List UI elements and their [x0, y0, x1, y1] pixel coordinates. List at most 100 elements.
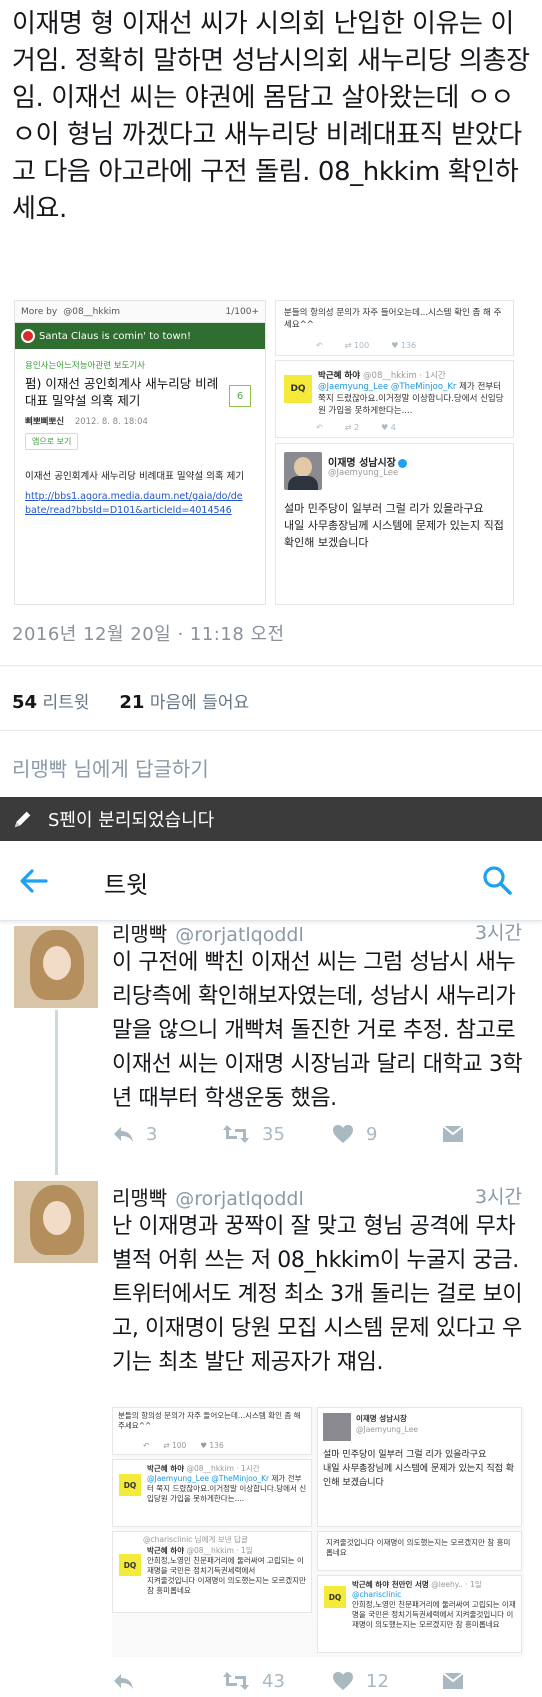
- dm-action[interactable]: [442, 1672, 464, 1690]
- embedded-fragment-text: 분들의 항의성 문의가 자주 들어오는데...시스템 확인 좀 해 주세요^^: [118, 1411, 301, 1430]
- fragment-rt-count: 100: [353, 341, 370, 350]
- search-icon[interactable]: [482, 865, 512, 895]
- like-count: 21: [119, 692, 145, 713]
- quoted-like-count: 4: [390, 423, 396, 432]
- embedded-mayor-body: 설마 민주당이 일부러 그럴 리가 있을라구요 내일 사무총장님께 시스템에 문…: [323, 1450, 515, 1488]
- reply-action[interactable]: 3: [112, 1124, 222, 1145]
- like-label: 마음에 들어요: [149, 693, 250, 713]
- embedded-mayor-name: 이재명 성남시장: [356, 1414, 407, 1423]
- retweet-label: 리트윗: [42, 693, 90, 713]
- embedded-reply-text: 안희정,노영민 친문패거리에 둘러싸여 고립되는 이재명을 국민은 정치기득권세…: [147, 1556, 304, 1575]
- article-date: 2012. 8. 8. 18:04: [74, 417, 148, 427]
- embedded-reply-author: 박근혜 하야: [147, 1546, 185, 1555]
- reply-time: 3시간: [474, 1186, 522, 1208]
- reply-text: 이 구전에 빡친 이재선 씨는 그럼 성남시 새누리당측에 확인해보자였는데, …: [112, 950, 523, 1111]
- embedded-reply-tweet: @charisclinic 님에게 보낸 답글 DQ 박근혜 하야 @08__h…: [112, 1531, 312, 1613]
- reply-icon: ↶: [316, 341, 323, 350]
- quoted-tweet-mayor: 이재명 성남시장 @Jaemyung_Lee 설마 민주당이 일부러 그럴 리가…: [275, 443, 514, 605]
- santa-hat-icon: [21, 329, 35, 343]
- media-tweet-screenshots[interactable]: 분들의 항의성 문의가 자주 들어오는데...시스템 확인 좀 해 주세요^^ …: [275, 300, 514, 605]
- retweet-icon: [223, 1672, 249, 1690]
- quoted-tweet-hkkim: DQ 박근혜 하야 @08__hkkim · 1시간 @Jaemyung_Lee…: [275, 360, 514, 438]
- quoted-tweet-fragment: 분들의 항의성 문의가 자주 들어오는데...시스템 확인 좀 해 주세요^^ …: [275, 300, 514, 356]
- app-bar: 트윗: [0, 841, 542, 921]
- retweet-stat[interactable]: 54 리트윗: [12, 688, 89, 713]
- santa-banner: Santa Claus is comin' to town!: [15, 323, 265, 349]
- heart-icon: [333, 1125, 353, 1143]
- reply-media-screenshot[interactable]: 분들의 항의성 문의가 자주 들어오는데...시스템 확인 좀 해 주세요^^ …: [112, 1407, 524, 1657]
- like-stat[interactable]: 21 마음에 들어요: [119, 688, 249, 713]
- verified-icon: [397, 458, 407, 468]
- embedded-reply-to: @charisclinic 님에게 보낸 답글: [143, 1535, 248, 1544]
- like-count: 12: [366, 1670, 389, 1692]
- article-meta: 삐뽀삐뽀신 2012. 8. 8. 18:04: [25, 415, 265, 427]
- article-title: 펌) 이재선 공인회계사 새누리당 비례대표 밀약설 의혹 제기: [25, 376, 219, 408]
- mayor-handle: @Jaemyung_Lee: [328, 468, 399, 478]
- mayor-avatar: [284, 452, 322, 490]
- quoted-author: 박근혜 하야 @08__hkkim · 1시간: [318, 369, 446, 381]
- embedded-fragment: 분들의 항의성 문의가 자주 들어오는데...시스템 확인 좀 해 주세요^^ …: [112, 1407, 312, 1455]
- reply-input[interactable]: 리맹빡 님에게 답글하기: [12, 753, 209, 782]
- embedded-author: 박근혜 하야: [147, 1464, 185, 1473]
- dq-avatar: DQ: [119, 1474, 141, 1496]
- reply-action[interactable]: [112, 1672, 222, 1690]
- reply-author[interactable]: 리맹빡 @rorjatlqoddl: [112, 1182, 304, 1211]
- embedded-rt-count: 100: [171, 1441, 187, 1450]
- embedded-fragment-actions: ↶ ⇄ 100 ♥ 136: [143, 1441, 224, 1451]
- embedded-petition-meta: · 1일: [465, 1580, 482, 1589]
- retweet-action[interactable]: 43: [222, 1671, 332, 1692]
- article-author: 삐뽀삐뽀신: [25, 417, 65, 427]
- dq-avatar: DQ: [119, 1554, 141, 1576]
- reply-icon: [114, 1674, 133, 1689]
- retweet-action[interactable]: 35: [222, 1124, 332, 1145]
- embedded-fragment-2: 지켜줄것입니다 이재명이 의도했는지는 모르겠지만 참 흥미롭네요: [317, 1531, 522, 1571]
- fragment-rt: ⇄ 100: [344, 341, 370, 350]
- reply-count: 3: [146, 1123, 158, 1145]
- reply-author-handle: @rorjatlqoddl: [175, 1188, 304, 1210]
- tweet-text: 이재명 형 이재선 씨가 시의회 난입한 이유는 이거임. 정확히 말하면 성남…: [12, 9, 530, 224]
- tweet-media-grid[interactable]: More by @08__hkkim 1/100+ Santa Claus is…: [14, 300, 514, 605]
- divider: [0, 730, 542, 731]
- embedded-mayor-handle: @Jaemyung_Lee: [356, 1425, 418, 1434]
- back-arrow-icon[interactable]: [18, 867, 48, 895]
- reply-author[interactable]: 리맹빡 @rorjatlqoddl: [112, 918, 304, 947]
- quoted-author-name: 박근혜 하야: [318, 371, 361, 381]
- quoted-body: @Jaemyung_Lee @TheMinjoo_Kr 제가 전부터 쭉지 드렸…: [318, 381, 507, 417]
- reply-icon: ↶: [316, 423, 323, 432]
- like-action[interactable]: 12: [332, 1671, 442, 1692]
- reply-actions: 3 35 9: [112, 1121, 532, 1147]
- avatar[interactable]: [14, 1181, 98, 1263]
- embedded-hkkim-body: 박근혜 하야 @08__hkkim · 1시간 @Jaemyung_Lee @T…: [147, 1464, 307, 1504]
- dq-avatar: DQ: [324, 1586, 346, 1608]
- quoted-like: ♥ 4: [381, 423, 396, 432]
- article-link: http://bbs1.agora.media.daum.net/gaia/do…: [25, 491, 243, 516]
- fragment-like: ♥ 136: [391, 341, 417, 350]
- spen-notification-bar: S펜이 분리되었습니다: [0, 797, 542, 841]
- like-count: 9: [366, 1123, 378, 1145]
- tweet-timestamp: 2016년 12월 20일 · 11:18 오전: [12, 624, 285, 645]
- article-body: 이재선 공인회계사 새누리당 비례대표 밀약설 의혹 제기: [25, 471, 245, 482]
- reply-author-name: 리맹빡: [112, 1186, 168, 1210]
- embedded-meta: @08__hkkim · 1시간: [186, 1464, 260, 1473]
- embedded-petition-tweet: DQ 박근혜 하야 천만인 서명 @leehy.. · 1일 @chariscl…: [317, 1575, 522, 1653]
- mayor-body: 설마 민주당이 일부러 그럴 리가 있을라구요 내일 사무총장님께 시스템에 문…: [284, 502, 504, 549]
- embedded-mayor-tweet: 이재명 성남시장 @Jaemyung_Lee 설마 민주당이 일부러 그럴 리가…: [317, 1407, 522, 1527]
- dm-action[interactable]: [442, 1125, 464, 1143]
- avatar[interactable]: [14, 926, 98, 1008]
- media-article-screenshot[interactable]: More by @08__hkkim 1/100+ Santa Claus is…: [14, 300, 266, 605]
- thread-line: [55, 1010, 58, 1175]
- embedded-petition-mention: @charisclinic: [352, 1590, 402, 1599]
- retweet-count: 54: [12, 692, 38, 713]
- mayor-name: 이재명 성남시장: [328, 454, 407, 469]
- mayor-avatar: [323, 1413, 351, 1441]
- fragment-actions: ↶ ⇄ 100 ♥ 136: [316, 341, 416, 350]
- embedded-reply-meta: @08__hkkim · 1일: [186, 1546, 253, 1555]
- fragment-text: 분들의 항의성 문의가 자주 들어오는데...시스템 확인 좀 해 주세요^^: [284, 308, 502, 330]
- like-action[interactable]: 9: [332, 1124, 442, 1145]
- quoted-rt: ⇄ 2: [344, 423, 360, 432]
- embedded-fragment-2-text: 지켜줄것입니다 이재명이 의도했는지는 모르겠지만 참 흥미롭네요: [326, 1538, 511, 1557]
- embedded-like-count: 136: [209, 1441, 224, 1450]
- fragment-like-count: 136: [400, 341, 417, 350]
- reply-author-handle: @rorjatlqoddl: [175, 924, 304, 946]
- reply-author-name: 리맹빡: [112, 922, 168, 946]
